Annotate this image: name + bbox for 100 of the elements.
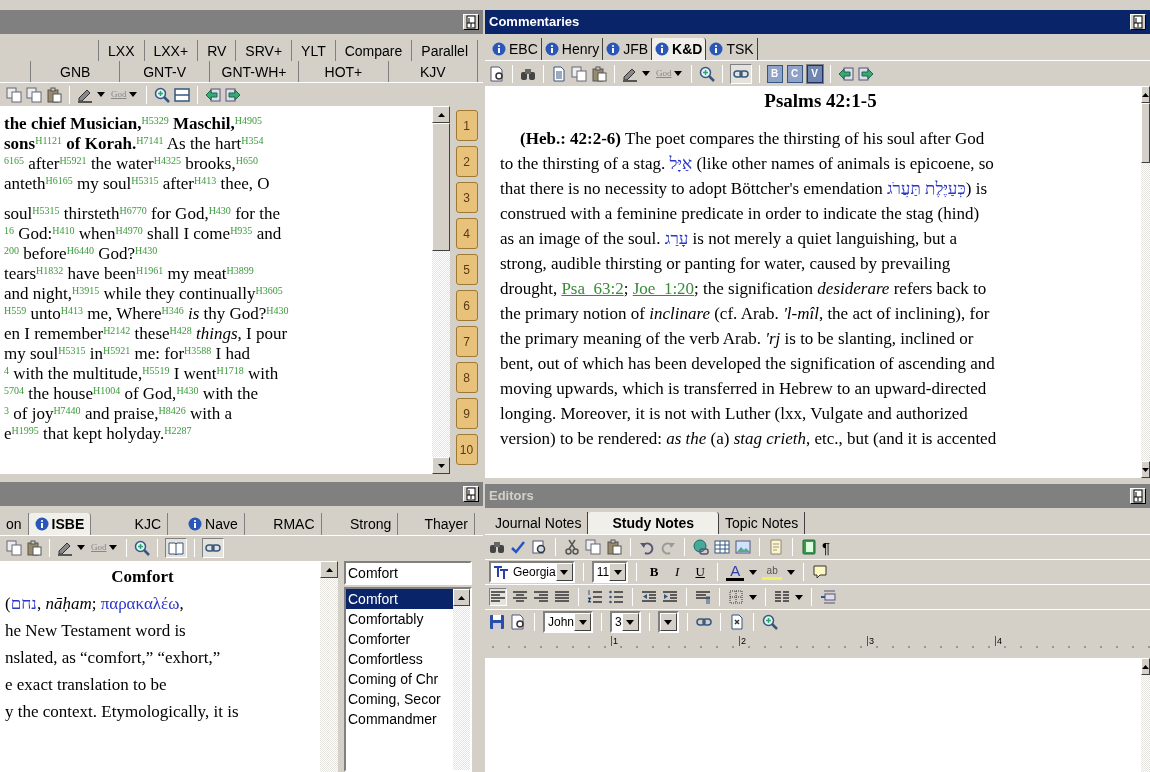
caret-icon[interactable] bbox=[77, 545, 85, 550]
highlight-button[interactable]: ab bbox=[762, 564, 783, 580]
caret-icon[interactable] bbox=[795, 594, 803, 600]
zoom-in-icon[interactable] bbox=[698, 65, 715, 82]
tab[interactable]: on bbox=[0, 513, 29, 535]
binoculars-icon[interactable] bbox=[489, 539, 505, 555]
scroll-up-button[interactable] bbox=[320, 561, 338, 578]
save-icon[interactable] bbox=[489, 614, 505, 630]
caret-icon[interactable] bbox=[642, 71, 650, 76]
font-dropdown[interactable]: Georgia bbox=[489, 561, 575, 583]
globe-icon[interactable] bbox=[693, 539, 709, 555]
tab[interactable]: RMAC bbox=[244, 513, 322, 535]
align-center-icon[interactable] bbox=[512, 589, 528, 605]
document-icon[interactable] bbox=[728, 614, 745, 630]
paragraph-marks-button[interactable]: ¶ bbox=[822, 539, 831, 555]
verse-marker[interactable]: 8 bbox=[455, 362, 478, 393]
caret-icon[interactable] bbox=[97, 92, 105, 97]
scroll-up-button[interactable] bbox=[1141, 658, 1150, 675]
verse-marker[interactable]: 2 bbox=[455, 146, 478, 177]
right-arrow-icon[interactable] bbox=[857, 65, 874, 82]
scripture-link[interactable]: Psa 63:2 bbox=[561, 279, 624, 298]
verse-marker[interactable]: 6 bbox=[455, 290, 478, 321]
format-button[interactable]: I bbox=[668, 562, 687, 582]
scroll-down-button[interactable] bbox=[432, 457, 450, 474]
copy-icon[interactable] bbox=[6, 86, 22, 103]
outdent-icon[interactable] bbox=[641, 589, 657, 605]
tab[interactable]: GNT-V bbox=[119, 61, 209, 82]
tab[interactable]: EBC bbox=[489, 38, 542, 60]
tab[interactable]: Henry bbox=[541, 38, 604, 60]
tab[interactable]: RV bbox=[197, 40, 236, 61]
list-item[interactable]: Commandmer bbox=[346, 709, 453, 729]
verse-marker[interactable]: 7 bbox=[455, 326, 478, 357]
view-button[interactable]: V bbox=[806, 64, 823, 83]
scripture-link[interactable]: Joe 1:20 bbox=[632, 279, 695, 298]
scrollbar[interactable] bbox=[1141, 86, 1150, 478]
scroll-down-button[interactable] bbox=[1141, 461, 1150, 478]
split-view-icon[interactable] bbox=[173, 86, 190, 103]
bullet-list-icon[interactable] bbox=[608, 589, 624, 605]
page-magnifier-icon[interactable] bbox=[510, 614, 526, 630]
tab[interactable]: LXX+ bbox=[143, 40, 198, 61]
zoom-in-icon[interactable] bbox=[153, 86, 170, 103]
tab[interactable]: Compare bbox=[334, 40, 412, 61]
tab[interactable]: KJC bbox=[91, 513, 168, 535]
caret-icon[interactable] bbox=[613, 569, 622, 575]
copy-icon[interactable] bbox=[571, 65, 587, 82]
right-arrow-icon[interactable] bbox=[224, 86, 241, 103]
caret-icon[interactable] bbox=[626, 619, 635, 625]
scissors-icon[interactable] bbox=[564, 539, 580, 555]
caret-icon[interactable] bbox=[128, 92, 137, 97]
columns-icon[interactable] bbox=[774, 589, 790, 605]
font-color-button[interactable]: A bbox=[726, 563, 745, 581]
dropdown-button[interactable] bbox=[574, 613, 592, 631]
copy-icon[interactable] bbox=[6, 539, 22, 556]
paste-icon[interactable] bbox=[591, 65, 607, 82]
scrollbar[interactable] bbox=[320, 561, 338, 772]
spellcheck-icon[interactable] bbox=[510, 539, 526, 555]
tab[interactable]: Nave bbox=[168, 513, 245, 535]
caret-icon[interactable] bbox=[108, 545, 117, 550]
tab[interactable]: Study Notes bbox=[588, 512, 720, 534]
verse-marker[interactable]: 4 bbox=[455, 218, 478, 249]
align-left-toggle[interactable] bbox=[489, 588, 507, 606]
book-toggle[interactable] bbox=[164, 537, 187, 558]
dropdown-button[interactable] bbox=[555, 563, 573, 581]
tab[interactable]: LXX bbox=[98, 40, 144, 61]
scrollbar[interactable] bbox=[1141, 658, 1150, 772]
tab[interactable]: Strong bbox=[321, 513, 399, 535]
verse-marker[interactable]: 1 bbox=[455, 110, 478, 141]
numbered-list-icon[interactable] bbox=[587, 589, 603, 605]
scrollbar[interactable] bbox=[432, 106, 450, 474]
scrollbar[interactable] bbox=[453, 589, 470, 770]
tab[interactable]: HOT+ bbox=[298, 61, 388, 82]
caret-icon[interactable] bbox=[560, 569, 569, 575]
copy-icon[interactable] bbox=[585, 539, 601, 555]
paragraph-icon[interactable] bbox=[695, 589, 711, 605]
zoom-in-icon[interactable] bbox=[761, 614, 778, 630]
page-magnifier-icon[interactable] bbox=[489, 65, 505, 82]
find-replace-icon[interactable] bbox=[531, 539, 547, 555]
caret-icon[interactable] bbox=[749, 569, 758, 575]
list-item[interactable]: Coming, Secor bbox=[346, 689, 453, 709]
tab[interactable]: K&D bbox=[652, 38, 707, 60]
tab[interactable]: GNT-WH+ bbox=[208, 61, 299, 82]
left-arrow-icon[interactable] bbox=[204, 86, 221, 103]
tab[interactable]: YLT bbox=[291, 40, 335, 61]
list-item[interactable]: Coming of Chr bbox=[346, 669, 453, 689]
justify-icon[interactable] bbox=[554, 589, 570, 605]
speech-bubble-icon[interactable] bbox=[812, 564, 829, 580]
verse-marker[interactable]: 5 bbox=[455, 254, 478, 285]
caret-icon[interactable] bbox=[787, 569, 796, 575]
align-right-icon[interactable] bbox=[533, 589, 549, 605]
scroll-up-button[interactable] bbox=[432, 106, 450, 123]
paste-icon[interactable] bbox=[46, 86, 62, 103]
table-icon[interactable] bbox=[714, 539, 730, 555]
tab[interactable]: Thayer bbox=[398, 513, 475, 535]
border-icon[interactable] bbox=[728, 589, 744, 605]
notebook-icon[interactable] bbox=[801, 539, 817, 555]
dropdown-button[interactable] bbox=[621, 613, 639, 631]
scroll-thumb[interactable] bbox=[432, 123, 450, 251]
paste-icon[interactable] bbox=[606, 539, 622, 555]
tab[interactable]: ISBE bbox=[28, 513, 92, 535]
scroll-up-button[interactable] bbox=[1141, 86, 1150, 103]
